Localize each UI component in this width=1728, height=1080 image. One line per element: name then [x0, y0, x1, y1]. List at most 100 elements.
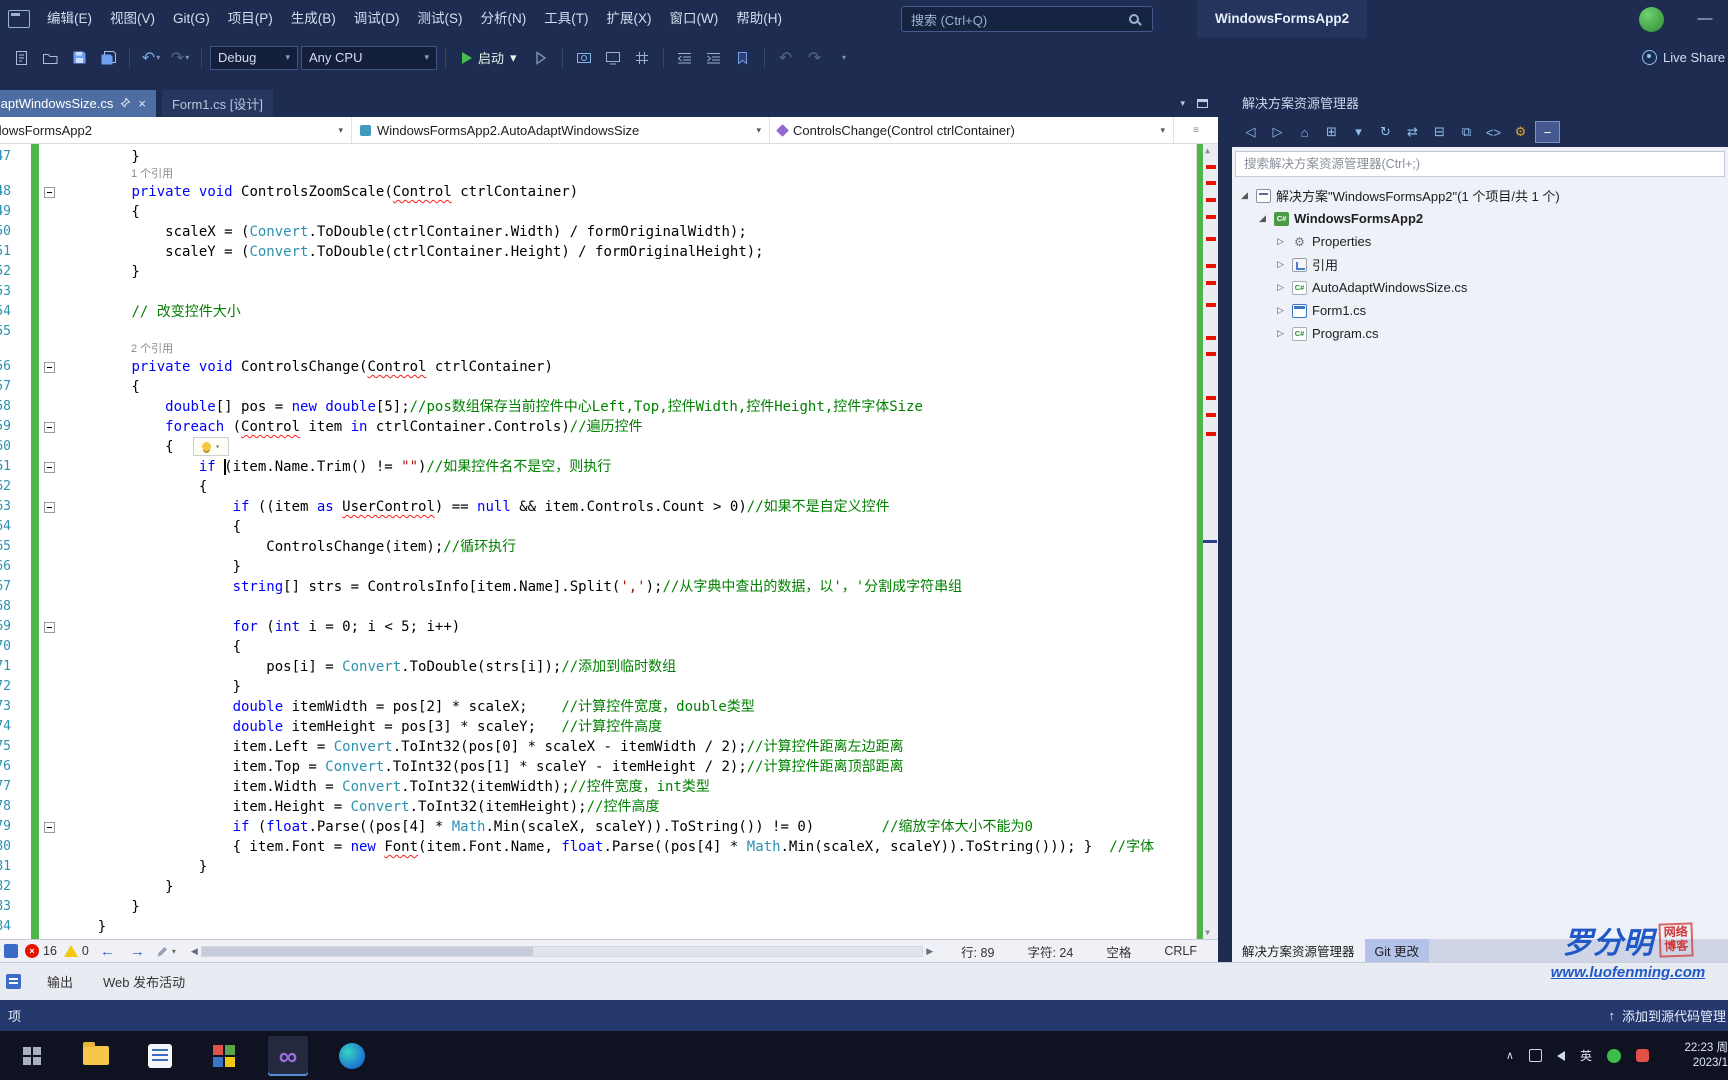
solution-search-input[interactable] [1235, 151, 1725, 177]
undo-icon[interactable]: ↶ ▾ [138, 45, 164, 71]
pin-icon[interactable] [120, 96, 131, 111]
decrease-indent-icon[interactable] [672, 45, 698, 71]
menu-item[interactable]: 帮助(H) [727, 0, 791, 38]
breadcrumb-type[interactable]: WindowsFormsApp2.AutoAdaptWindowsSize ▾ [352, 117, 770, 143]
code-line[interactable]: 61 if (item.Name.Trim() != "")//如果控件名不是空… [0, 457, 1196, 477]
tab-git-changes[interactable]: Git 更改 [1364, 939, 1429, 962]
codelens-references[interactable]: 1 个引用 [0, 167, 1196, 182]
minimize-button[interactable]: — [1682, 0, 1728, 38]
taskbar-app-icon[interactable] [204, 1036, 244, 1076]
code-line[interactable]: 78 item.Height = Convert.ToInt32(itemHei… [0, 797, 1196, 817]
quick-search-box[interactable]: 搜索 (Ctrl+Q) [900, 6, 1153, 32]
navigate-forward-button[interactable]: → [126, 943, 149, 960]
forward-icon[interactable]: ▷ [1265, 121, 1290, 143]
line-ending-indicator[interactable]: CRLF [1151, 944, 1210, 958]
code-line[interactable]: 70 { [0, 637, 1196, 657]
code-line[interactable]: 57 { [0, 377, 1196, 397]
visual-studio-icon[interactable]: ∞ [268, 1035, 308, 1076]
refresh-icon[interactable]: ↻ [1373, 121, 1398, 143]
user-avatar[interactable] [1639, 6, 1664, 32]
code-editor[interactable]: 47 }1 个引用48 private void ControlsZoomSca… [0, 144, 1218, 939]
document-icon[interactable] [4, 944, 18, 958]
start-debugging-button[interactable]: 启动 ▾ [454, 45, 525, 71]
views-dropdown-icon[interactable]: ▾ [1346, 121, 1371, 143]
code-line[interactable]: 76 item.Top = Convert.ToInt32(pos[1] * s… [0, 757, 1196, 777]
menu-item[interactable]: 生成(B) [282, 0, 345, 38]
fold-collapse-icon[interactable] [44, 187, 55, 198]
code-line[interactable]: 75 item.Left = Convert.ToInt32(pos[0] * … [0, 737, 1196, 757]
view-code-icon[interactable]: <> [1481, 121, 1506, 143]
tree-item-properties[interactable]: ▷ Properties [1232, 230, 1728, 253]
code-line[interactable]: 83 } [0, 897, 1196, 917]
warning-count-button[interactable]: 0 [63, 944, 89, 958]
file-explorer-icon[interactable] [76, 1036, 116, 1076]
switch-views-icon[interactable]: ⊞ [1319, 121, 1344, 143]
new-project-icon[interactable] [8, 45, 34, 71]
navigate-forward-icon[interactable]: ↷ [802, 45, 828, 71]
sync-with-active-document-icon[interactable]: ⇄ [1400, 121, 1425, 143]
expander-icon[interactable]: ▷ [1274, 305, 1287, 316]
add-to-source-control-button[interactable]: ↑ 添加到源代码管理 [1608, 1006, 1728, 1025]
tab-output[interactable]: 输出 [43, 970, 77, 993]
back-icon[interactable]: ◁ [1238, 121, 1263, 143]
save-all-icon[interactable] [95, 45, 121, 71]
tab-form1-cs-design[interactable]: Form1.cs [设计] [161, 90, 273, 117]
code-line[interactable]: 77 item.Width = Convert.ToInt32(itemWidt… [0, 777, 1196, 797]
tree-item-file-program-cs[interactable]: ▷ C# Program.cs [1232, 322, 1728, 345]
code-line[interactable]: 71 pos[i] = Convert.ToDouble(strs[i]);//… [0, 657, 1196, 677]
menu-item[interactable]: 编辑(E) [38, 0, 101, 38]
code-line[interactable]: 51 scaleY = (Convert.ToDouble(ctrlContai… [0, 242, 1196, 262]
close-icon[interactable]: × [138, 96, 146, 111]
float-window-icon[interactable] [1197, 99, 1208, 108]
navigate-backward-button[interactable]: ← [96, 943, 119, 960]
code-line[interactable]: 55 [0, 322, 1196, 342]
toolbar-overflow-icon[interactable]: ▾ [831, 45, 857, 71]
code-line[interactable]: 69 for (int i = 0; i < 5; i++) [0, 617, 1196, 637]
code-line[interactable]: 72 } [0, 677, 1196, 697]
code-line[interactable]: 56 private void ControlsChange(Control c… [0, 357, 1196, 377]
menu-item[interactable]: 项目(P) [219, 0, 282, 38]
menu-item[interactable]: 分析(N) [472, 0, 536, 38]
fold-collapse-icon[interactable] [44, 422, 55, 433]
live-share-button[interactable]: Live Share [1642, 50, 1728, 65]
ime-language-indicator[interactable]: 英 [1580, 1047, 1592, 1064]
quick-actions-lightbulb[interactable]: ▾ [193, 437, 229, 456]
menu-item[interactable]: 测试(S) [409, 0, 472, 38]
tree-item-file-autoadaptwindowssize-cs[interactable]: ▷ C# AutoAdaptWindowsSize.cs [1232, 276, 1728, 299]
volume-icon[interactable] [1556, 1050, 1565, 1061]
fold-collapse-icon[interactable] [44, 462, 55, 473]
fold-collapse-icon[interactable] [44, 502, 55, 513]
breadcrumb-member[interactable]: ControlsChange(Control ctrlContainer) ▾ [770, 117, 1174, 143]
code-line[interactable]: 79 if (float.Parse((pos[4] * Math.Min(sc… [0, 817, 1196, 837]
horizontal-scrollbar[interactable]: ◀ ▶ [191, 945, 933, 957]
code-line[interactable]: 74 double itemHeight = pos[3] * scaleY; … [0, 717, 1196, 737]
tree-item-references[interactable]: ▷ 引用 [1232, 253, 1728, 276]
hidden-icons-chevron[interactable]: ∧ [1506, 1049, 1514, 1062]
code-line[interactable]: 66 } [0, 557, 1196, 577]
increase-indent-icon[interactable] [701, 45, 727, 71]
code-line[interactable]: 47 } [0, 147, 1196, 167]
open-file-icon[interactable] [37, 45, 63, 71]
code-line[interactable]: 62 { [0, 477, 1196, 497]
taskbar-clock[interactable]: 22:23 周 2023/1 [1664, 1041, 1728, 1071]
home-icon[interactable]: ⌂ [1292, 121, 1317, 143]
platform-select[interactable]: Any CPU ▾ [301, 45, 437, 70]
code-line[interactable]: 80 { item.Font = new Font(item.Font.Name… [0, 837, 1196, 857]
redo-icon[interactable]: ↷ ▾ [167, 45, 193, 71]
code-line[interactable]: 50 scaleX = (Convert.ToDouble(ctrlContai… [0, 222, 1196, 242]
save-icon[interactable] [66, 45, 92, 71]
panel-splitter[interactable] [1218, 90, 1232, 962]
grid-icon[interactable] [629, 45, 655, 71]
editor-vertical-scrollbar[interactable] [1196, 144, 1218, 939]
tray-icon[interactable] [1528, 1049, 1542, 1062]
start-button[interactable] [12, 1036, 52, 1076]
menu-item[interactable]: Git(G) [164, 0, 219, 38]
fold-collapse-icon[interactable] [44, 622, 55, 633]
configuration-select[interactable]: Debug ▾ [210, 45, 298, 70]
indentation-indicator[interactable]: 空格 [1093, 942, 1144, 961]
expander-icon[interactable]: ◢ [1238, 190, 1251, 201]
navigate-back-icon[interactable]: ↶ [773, 45, 799, 71]
code-line[interactable]: 59 foreach (Control item in ctrlContaine… [0, 417, 1196, 437]
tray-icon-red[interactable] [1636, 1049, 1649, 1062]
menu-item[interactable]: 视图(V) [101, 0, 164, 38]
